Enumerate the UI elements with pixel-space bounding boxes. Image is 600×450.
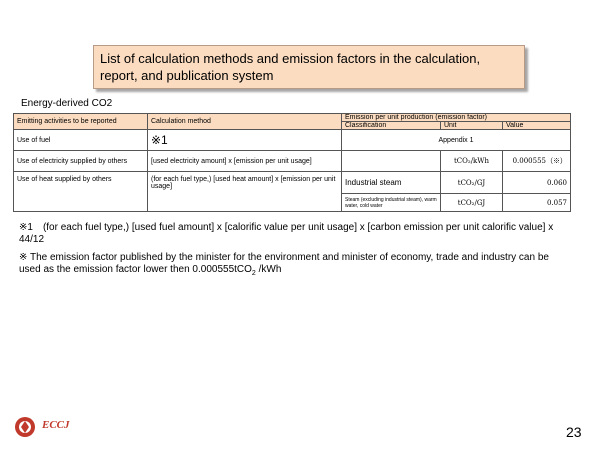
cell-classification	[341, 150, 441, 172]
header-value: Value	[502, 121, 571, 130]
cell-method: (for each fuel type,) [used heat amount]…	[147, 171, 342, 212]
slide-title-line2: report, and publication system	[100, 68, 274, 83]
header-method: Calculation method	[147, 113, 342, 130]
cell-value: 0.060	[502, 171, 571, 194]
header-activities: Emitting activities to be reported	[13, 113, 148, 130]
cell-classification: Industrial steam	[341, 171, 441, 194]
cell-value: 0.057	[502, 193, 571, 212]
cell-method: ※1	[147, 129, 342, 151]
header-classification: Classification	[341, 121, 441, 130]
cell-unit: tCO₂/GJ	[440, 171, 503, 194]
table-row: Use of electricity supplied by others [u…	[13, 150, 571, 172]
cell-value: 0.000555（※）	[502, 150, 571, 172]
footnote-1: ※1 (for each fuel type,) [used fuel amou…	[19, 222, 554, 245]
slide-title: List of calculation methods and emission…	[93, 45, 525, 89]
page-number: 23	[566, 424, 582, 440]
cell-method: [used electricity amount] x [emission pe…	[147, 150, 342, 172]
table-row: Use of fuel ※1 Appendix 1	[13, 129, 571, 151]
cell-classification: Steam (excluding industrial steam), warm…	[341, 193, 441, 212]
cell-unit: tCO₂/kWh	[440, 150, 503, 172]
section-label: Energy-derived CO2	[21, 98, 113, 109]
cell-activity: Use of electricity supplied by others	[13, 150, 148, 172]
footnote-2: ※ The emission factor published by the m…	[19, 252, 564, 280]
logo-text: ECCJ	[42, 419, 70, 431]
table-row: Use of heat supplied by others (for each…	[13, 171, 571, 212]
header-unit: Unit	[440, 121, 503, 130]
header-factor-group: Emission per unit production (emission f…	[341, 113, 571, 122]
footnote-2-suffix: /kWh	[255, 264, 282, 275]
cell-activity: Use of heat supplied by others	[13, 171, 148, 212]
emission-table: Emitting activities to be reported Calcu…	[13, 113, 571, 212]
slide-title-line1: List of calculation methods and emission…	[100, 51, 481, 66]
cell-unit: tCO₂/GJ	[440, 193, 503, 212]
cell-appendix: Appendix 1	[341, 129, 571, 151]
footnote-2-text: ※ The emission factor published by the m…	[19, 252, 549, 275]
cell-activity: Use of fuel	[13, 129, 148, 151]
